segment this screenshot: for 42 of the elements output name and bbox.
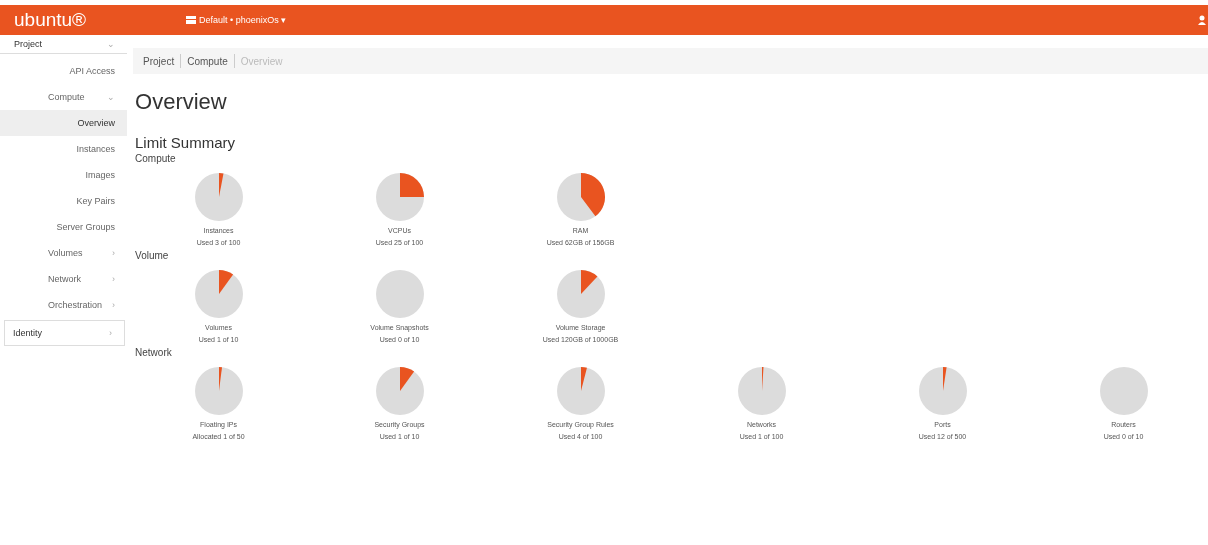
sidebar-item[interactable]: Volumes ›	[0, 240, 128, 266]
usage-pie	[555, 366, 606, 416]
usage-pie	[193, 366, 244, 416]
breadcrumb-link[interactable]: Project	[143, 55, 175, 67]
sidebar-item[interactable]: Instances	[0, 136, 128, 162]
group-heading: Compute	[135, 153, 177, 164]
caret-icon: ›	[109, 328, 113, 338]
section-heading: Limit Summary	[135, 134, 237, 151]
usage-pie	[193, 172, 244, 222]
group-heading: Network	[135, 347, 173, 358]
sidebar-item[interactable]: API Access	[0, 58, 128, 84]
user-icon[interactable]	[1198, 15, 1206, 25]
sidebar-item[interactable]: Server Groups	[0, 214, 128, 240]
sidebar-item[interactable]: Images	[0, 162, 128, 188]
usage-pie	[193, 269, 244, 319]
caret-icon: ⌄	[107, 39, 116, 49]
sidebar-item[interactable]: Identity ›	[4, 320, 126, 346]
sidebar-item[interactable]: Project ⌄	[0, 35, 128, 54]
usage-pie	[374, 366, 425, 416]
breadcrumb-link[interactable]: Compute	[187, 55, 228, 67]
usage-pie	[736, 366, 787, 416]
sidebar-item[interactable]: Network ›	[0, 266, 128, 292]
logo[interactable]: ubuntu®	[0, 9, 186, 31]
sidebar-item[interactable]: Overview	[0, 110, 128, 136]
sidebar-item[interactable]: Compute ⌄	[0, 84, 128, 110]
usage-pie	[1098, 366, 1149, 416]
usage-pie	[555, 269, 606, 319]
usage-pie	[374, 269, 425, 319]
sidebar-item[interactable]: Orchestration ›	[0, 292, 128, 318]
usage-pie	[374, 172, 425, 222]
caret-icon: ›	[112, 248, 116, 258]
usage-pie	[555, 172, 606, 222]
project-menu[interactable]: Default • phoenixOs ▾	[186, 15, 287, 25]
caret-icon: ›	[112, 300, 116, 310]
caret-icon: ⌄	[107, 92, 116, 102]
usage-pie	[917, 366, 968, 416]
group-heading: Volume	[135, 250, 170, 261]
page-title: Overview	[135, 89, 228, 116]
grid-icon	[186, 16, 196, 24]
caret-icon: ›	[112, 274, 116, 284]
breadcrumb-current: Overview	[240, 55, 283, 67]
sidebar-item[interactable]: Key Pairs	[0, 188, 128, 214]
